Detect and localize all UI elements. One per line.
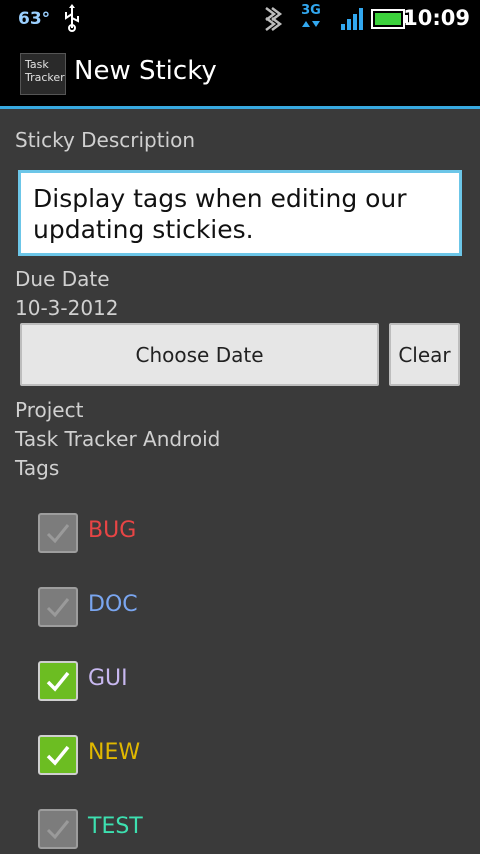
status-bar: 63° 3G 10:09 bbox=[0, 0, 480, 38]
tag-checkbox[interactable] bbox=[38, 513, 78, 553]
usb-icon bbox=[65, 4, 79, 32]
tag-label: NEW bbox=[88, 740, 141, 765]
clear-date-button[interactable]: Clear bbox=[389, 323, 460, 386]
signal-strength-icon bbox=[341, 8, 363, 30]
choose-date-button[interactable]: Choose Date bbox=[20, 323, 379, 386]
network-type-label: 3G bbox=[301, 3, 321, 18]
tag-label: BUG bbox=[88, 518, 137, 543]
check-icon bbox=[46, 671, 70, 692]
page-title: New Sticky bbox=[74, 56, 217, 86]
title-bar: Task Tracker New Sticky bbox=[0, 38, 480, 109]
check-icon bbox=[46, 524, 70, 544]
due-date-value: 10-3-2012 bbox=[15, 296, 119, 320]
due-date-label: Due Date bbox=[15, 267, 110, 291]
project-label: Project bbox=[15, 398, 84, 422]
check-icon bbox=[46, 598, 70, 618]
check-icon bbox=[46, 820, 70, 840]
tag-label: GUI bbox=[88, 666, 128, 691]
tag-checkbox[interactable] bbox=[38, 661, 78, 701]
description-label: Sticky Description bbox=[15, 128, 196, 152]
tag-row-test[interactable]: TEST bbox=[38, 807, 338, 851]
temperature-text: 63° bbox=[18, 9, 51, 29]
check-icon bbox=[46, 745, 70, 766]
tags-label: Tags bbox=[15, 456, 60, 480]
tag-checkbox[interactable] bbox=[38, 809, 78, 849]
up-down-arrows-icon bbox=[302, 21, 320, 27]
app-icon: Task Tracker bbox=[20, 53, 66, 95]
tag-checkbox[interactable] bbox=[38, 735, 78, 775]
tag-row-bug[interactable]: BUG bbox=[38, 511, 338, 555]
tag-row-gui[interactable]: GUI bbox=[38, 659, 338, 703]
app-icon-line1: Task bbox=[25, 58, 49, 71]
description-input[interactable]: Display tags when editing our updating s… bbox=[18, 170, 462, 256]
app-icon-line2: Tracker bbox=[25, 71, 65, 84]
tag-checkbox[interactable] bbox=[38, 587, 78, 627]
tag-row-new[interactable]: NEW bbox=[38, 733, 338, 777]
tag-label: DOC bbox=[88, 592, 138, 617]
network-type-3g: 3G bbox=[298, 4, 324, 32]
project-value: Task Tracker Android bbox=[15, 427, 221, 451]
tag-label: TEST bbox=[88, 814, 143, 839]
tag-row-doc[interactable]: DOC bbox=[38, 585, 338, 629]
data-activity-icon bbox=[265, 7, 283, 31]
clock: 10:09 bbox=[403, 6, 470, 30]
